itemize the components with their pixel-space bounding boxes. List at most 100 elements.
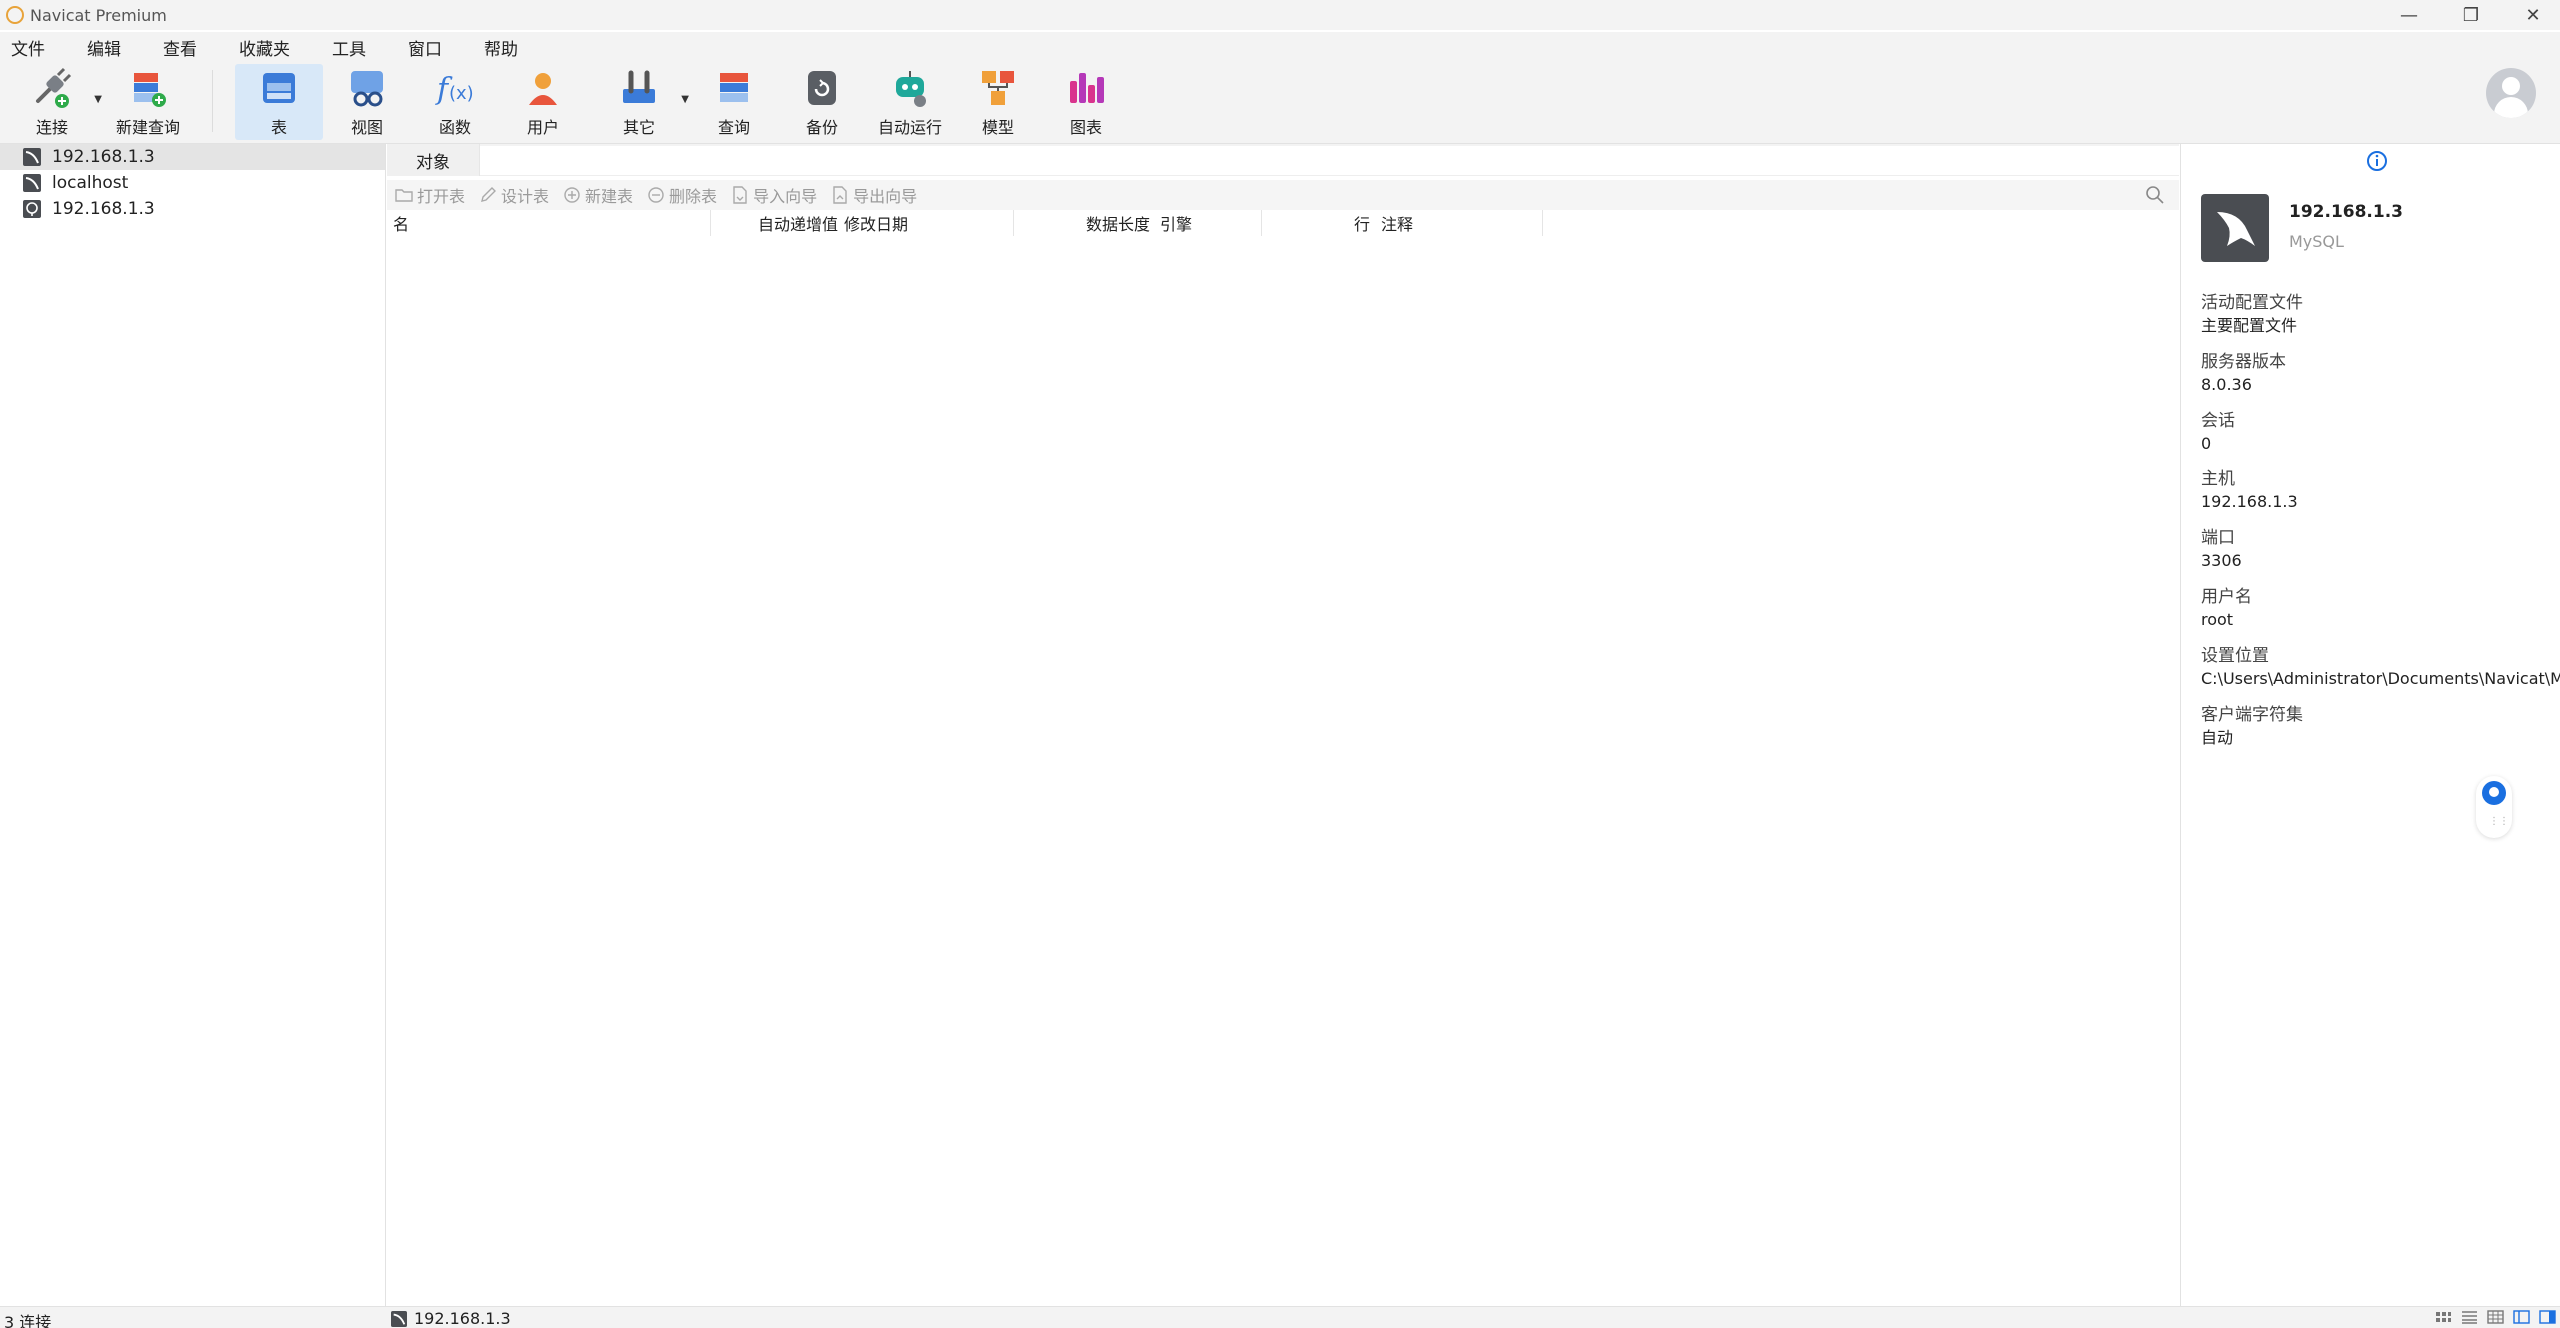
new-table-button[interactable]: 新建表 — [563, 183, 633, 207]
column-comment[interactable]: 注释 — [1371, 210, 1543, 236]
detail-view-icon[interactable] — [2486, 1309, 2504, 1325]
connection-count: 3 连接 — [4, 1313, 52, 1328]
export-wizard-label: 导出向导 — [853, 187, 918, 206]
title-bar: Navicat Premium — ❐ ✕ — [0, 0, 2560, 30]
other-dropdown-icon[interactable]: ▼ — [681, 94, 689, 105]
status-bar: 3 连接 192.168.1.3 — [0, 1306, 2560, 1328]
info-icon[interactable] — [2366, 150, 2388, 172]
minus-circle-icon — [647, 186, 665, 204]
view-label: 视图 — [350, 118, 383, 137]
mysql-connection-icon — [22, 174, 42, 192]
avatar[interactable] — [2486, 68, 2536, 118]
property-key: 会话 — [2201, 410, 2235, 431]
nav-connection-192-168-1-3[interactable]: 192.168.1.3 — [0, 144, 385, 170]
automation-label: 自动运行 — [877, 118, 942, 137]
column-data-length[interactable]: 数据长度 — [1014, 210, 1154, 236]
avatar-body — [2494, 97, 2528, 118]
menu-file[interactable]: 文件 — [0, 35, 56, 60]
chart-icon — [1063, 66, 1109, 110]
table-icon — [256, 66, 302, 110]
column-rows[interactable]: 行 — [1262, 210, 1376, 236]
function-button[interactable]: f (x) 函数 — [411, 64, 499, 140]
automation-button[interactable]: 自动运行 — [866, 64, 954, 140]
info-panel: 192.168.1.3 MySQL 活动配置文件 主要配置文件 服务器版本 8.… — [2180, 144, 2560, 1306]
minimize-icon[interactable]: — — [2378, 0, 2440, 30]
nav-connection-localhost[interactable]: localhost — [0, 170, 385, 196]
avatar-head — [2502, 77, 2520, 95]
close-icon[interactable]: ✕ — [2502, 0, 2560, 30]
property-key: 活动配置文件 — [2201, 293, 2303, 313]
menu-help[interactable]: 帮助 — [473, 35, 529, 60]
chart-button[interactable]: 图表 — [1042, 64, 1130, 140]
column-engine[interactable]: 引擎 — [1150, 210, 1262, 236]
tab-bar: 对象 — [387, 144, 2179, 176]
info-pane-toggle-icon[interactable] — [2538, 1309, 2556, 1325]
new-query-button[interactable]: 新建查询 — [104, 64, 192, 140]
plus-circle-icon — [563, 186, 581, 204]
property-key: 用户名 — [2201, 586, 2252, 607]
grid-view-icon[interactable] — [2434, 1309, 2452, 1325]
delete-table-button[interactable]: 删除表 — [647, 183, 717, 207]
connect-button[interactable]: 连接 ▼ — [8, 64, 102, 140]
design-table-button[interactable]: 设计表 — [479, 183, 549, 207]
mysql-connection-icon — [22, 148, 42, 166]
tools-icon — [616, 66, 662, 110]
plug-icon — [29, 66, 75, 110]
nav-connection-label: 192.168.1.3 — [52, 147, 155, 167]
column-name[interactable]: 名 — [393, 210, 711, 236]
query-button[interactable]: 查询 — [690, 64, 778, 140]
menu-tools[interactable]: 工具 — [321, 35, 377, 60]
pane-layout-icon[interactable] — [2512, 1309, 2530, 1325]
export-wizard-button[interactable]: 导出向导 — [831, 183, 917, 207]
svg-text:(x): (x) — [449, 83, 474, 104]
property-value: 192.168.1.3 — [2201, 492, 2298, 512]
nav-connection-192-168-1-3-postgres[interactable]: 192.168.1.3 — [0, 196, 385, 222]
new-table-label: 新建表 — [585, 187, 634, 206]
user-icon — [520, 66, 566, 110]
floating-assistant-button[interactable]: ⋮⋮ — [2476, 776, 2512, 838]
property-key: 服务器版本 — [2201, 351, 2286, 372]
drag-handle-icon[interactable]: ⋮⋮ — [2489, 816, 2509, 827]
folder-open-icon — [395, 186, 413, 204]
column-auto-increment[interactable]: 自动递增值 — [744, 210, 844, 236]
user-label: 用户 — [526, 118, 559, 137]
tab-objects[interactable]: 对象 — [387, 144, 480, 176]
backup-icon — [799, 66, 845, 110]
menu-favorites[interactable]: 收藏夹 — [228, 35, 301, 60]
other-button[interactable]: 其它 ▼ — [595, 64, 689, 140]
menu-view[interactable]: 查看 — [152, 35, 208, 60]
property-key: 客户端字符集 — [2201, 704, 2303, 725]
design-table-label: 设计表 — [501, 187, 550, 206]
menu-bar: 文件 编辑 查看 收藏夹 工具 窗口 帮助 — [0, 32, 2560, 62]
open-table-button[interactable]: 打开表 — [395, 183, 465, 207]
table-button[interactable]: 表 — [235, 64, 323, 140]
property-value: 主要配置文件 — [2201, 316, 2298, 335]
delete-table-label: 删除表 — [669, 187, 718, 206]
property-value: 8.0.36 — [2201, 374, 2252, 394]
object-toolbar: 打开表 设计表 新建表 删除表 导入向导 导出向导 — [387, 180, 2179, 210]
user-button[interactable]: 用户 — [499, 64, 587, 140]
open-table-label: 打开表 — [417, 187, 466, 206]
model-button[interactable]: 模型 — [954, 64, 1042, 140]
view-button[interactable]: 视图 — [323, 64, 411, 140]
property-key: 设置位置 — [2201, 645, 2269, 666]
property-value: 3306 — [2201, 551, 2242, 571]
property-host: 主机 192.168.1.3 — [2201, 468, 2560, 527]
menu-edit[interactable]: 编辑 — [76, 35, 132, 60]
model-icon — [975, 66, 1021, 110]
export-icon — [831, 186, 849, 204]
import-wizard-button[interactable]: 导入向导 — [731, 183, 817, 207]
backup-button[interactable]: 备份 — [778, 64, 866, 140]
menu-window[interactable]: 窗口 — [397, 35, 453, 60]
connect-dropdown-icon[interactable]: ▼ — [94, 94, 102, 105]
connection-name: 192.168.1.3 — [2289, 202, 2404, 222]
property-settings-location: 设置位置 C:\Users\Administrator\Documents\Na… — [2201, 645, 2560, 704]
nav-connection-label: localhost — [52, 173, 129, 193]
restore-icon[interactable]: ❐ — [2440, 0, 2502, 30]
property-key: 主机 — [2201, 469, 2235, 490]
connect-label: 连接 — [35, 118, 68, 137]
column-modified-date[interactable]: 修改日期 — [830, 210, 1014, 236]
list-view-icon[interactable] — [2460, 1309, 2478, 1325]
search-icon[interactable] — [2145, 185, 2165, 205]
model-label: 模型 — [981, 118, 1014, 137]
